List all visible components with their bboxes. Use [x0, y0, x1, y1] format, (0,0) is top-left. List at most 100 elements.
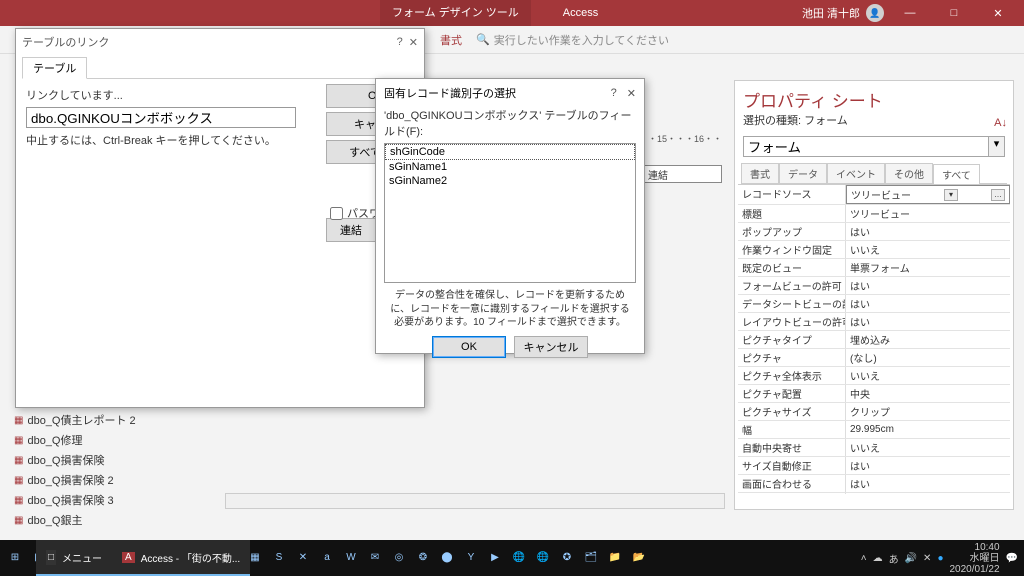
- field-list[interactable]: shGinCode sGinName1 sGinName2: [384, 143, 636, 283]
- property-row[interactable]: ピクチャタイプ埋め込み: [738, 331, 1010, 349]
- close-icon[interactable]: ✕: [409, 36, 418, 49]
- form-design-tools-tab[interactable]: フォーム デザイン ツール: [380, 0, 531, 26]
- dropdown-icon[interactable]: ▾: [944, 189, 958, 201]
- property-value[interactable]: はい: [846, 457, 1010, 474]
- taskbar-app-icon[interactable]: 📁: [604, 547, 626, 569]
- close-icon[interactable]: ✕: [923, 553, 931, 564]
- property-row[interactable]: 作業ウィンドウ固定いいえ: [738, 241, 1010, 259]
- property-tab[interactable]: その他: [885, 163, 933, 183]
- taskbar-app-icon[interactable]: ✉: [364, 547, 386, 569]
- property-row[interactable]: ピクチャ全体表示いいえ: [738, 367, 1010, 385]
- property-row[interactable]: ポップアップはい: [738, 223, 1010, 241]
- taskbar-app-icon[interactable]: 🗂: [580, 547, 602, 569]
- taskbar-app-icon[interactable]: W: [340, 547, 362, 569]
- property-value[interactable]: はい: [846, 295, 1010, 312]
- taskbar-app-icon[interactable]: 📂: [628, 547, 650, 569]
- taskbar-app-icon[interactable]: ✕: [292, 547, 314, 569]
- password-checkbox[interactable]: [330, 207, 343, 220]
- property-tab[interactable]: 書式: [741, 163, 779, 183]
- property-tab[interactable]: データ: [779, 163, 827, 183]
- property-row[interactable]: データシートビューの許可はい: [738, 295, 1010, 313]
- property-row[interactable]: 境界線スタイルサイズ調整可: [738, 493, 1010, 494]
- property-row[interactable]: ピクチャサイズクリップ: [738, 403, 1010, 421]
- nav-item[interactable]: ▦dbo_Q損害保険 3: [12, 490, 202, 510]
- builder-icon[interactable]: …: [991, 189, 1005, 201]
- tab-table[interactable]: テーブル: [22, 57, 87, 79]
- property-value[interactable]: 29.995cm: [846, 421, 1010, 438]
- property-value[interactable]: はい: [846, 475, 1010, 492]
- list-item[interactable]: sGinName1: [385, 160, 635, 174]
- nav-item[interactable]: ▦dbo_Q損害保険 2: [12, 470, 202, 490]
- cloud-icon[interactable]: ☁: [873, 553, 883, 564]
- property-row[interactable]: ピクチャ(なし): [738, 349, 1010, 367]
- tray-chevron-icon[interactable]: ˄: [861, 553, 867, 564]
- tell-me-search[interactable]: 🔍実行したい作業を入力してください: [476, 32, 669, 48]
- link-button[interactable]: 連結: [326, 218, 376, 242]
- taskbar-app-icon[interactable]: ◎: [388, 547, 410, 569]
- taskbar-app-icon[interactable]: 🌐: [508, 547, 530, 569]
- property-row[interactable]: フォームビューの許可はい: [738, 277, 1010, 295]
- property-row[interactable]: 幅29.995cm: [738, 421, 1010, 439]
- property-row[interactable]: 画面に合わせるはい: [738, 475, 1010, 493]
- list-item[interactable]: shGinCode: [385, 144, 635, 160]
- property-row[interactable]: 既定のビュー単票フォーム: [738, 259, 1010, 277]
- property-value[interactable]: クリップ: [846, 403, 1010, 420]
- taskbar-app-icon[interactable]: 🌐: [532, 547, 554, 569]
- property-value[interactable]: 単票フォーム: [846, 259, 1010, 276]
- user-account[interactable]: 池田 清十郎 👤: [802, 4, 884, 22]
- taskbar-app-icon[interactable]: ⬤: [436, 547, 458, 569]
- taskbar-app-icon[interactable]: ▶: [484, 547, 506, 569]
- list-item[interactable]: sGinName2: [385, 174, 635, 188]
- system-tray[interactable]: ˄ ☁ あ 🔊 ✕ ● 10:40水曜日2020/01/22 💬: [861, 540, 1018, 576]
- property-row[interactable]: レコードソースツリービュー▾…: [738, 185, 1010, 205]
- property-value[interactable]: いいえ: [846, 439, 1010, 456]
- h-scrollbar[interactable]: [225, 493, 725, 509]
- maximize-button[interactable]: □: [936, 0, 972, 26]
- taskbar-app-icon[interactable]: ⊞: [4, 547, 26, 569]
- sort-icon[interactable]: A↓: [994, 117, 1007, 129]
- property-value[interactable]: 中央: [846, 385, 1010, 402]
- taskbar-task[interactable]: AAccess - 「街の不動...: [112, 540, 250, 576]
- dot-icon[interactable]: ●: [937, 553, 943, 564]
- selection-type-combo[interactable]: [743, 136, 989, 157]
- property-row[interactable]: レイアウトビューの許可はい: [738, 313, 1010, 331]
- property-value[interactable]: (なし): [846, 349, 1010, 366]
- property-row[interactable]: サイズ自動修正はい: [738, 457, 1010, 475]
- property-value[interactable]: いいえ: [846, 367, 1010, 384]
- help-icon[interactable]: ?: [611, 87, 617, 100]
- taskbar-clock[interactable]: 10:40水曜日2020/01/22: [949, 542, 999, 575]
- close-icon[interactable]: ✕: [627, 87, 636, 100]
- nav-item[interactable]: ▦dbo_Q債主レポート 2: [12, 410, 202, 430]
- property-row[interactable]: 標題ツリービュー: [738, 205, 1010, 223]
- taskbar-app-icon[interactable]: a: [316, 547, 338, 569]
- nav-item[interactable]: ▦dbo_Q修理: [12, 430, 202, 450]
- property-tab[interactable]: イベント: [827, 163, 885, 183]
- property-value[interactable]: サイズ調整可: [846, 493, 1010, 494]
- taskbar-app-icon[interactable]: ✪: [556, 547, 578, 569]
- nav-item[interactable]: ▦dbo_Q損害保険: [12, 450, 202, 470]
- ime-icon[interactable]: あ: [889, 551, 899, 566]
- cancel-button[interactable]: キャンセル: [514, 336, 588, 358]
- close-button[interactable]: ✕: [980, 0, 1016, 26]
- taskbar-app-icon[interactable]: Y: [460, 547, 482, 569]
- property-value[interactable]: ツリービュー: [846, 205, 1010, 222]
- taskbar-task[interactable]: □メニュー: [36, 540, 112, 576]
- chevron-down-icon[interactable]: ▾: [989, 136, 1005, 157]
- property-value[interactable]: はい: [846, 277, 1010, 294]
- taskbar-app-icon[interactable]: S: [268, 547, 290, 569]
- ok-button[interactable]: OK: [432, 336, 506, 358]
- minimize-button[interactable]: —: [892, 0, 928, 26]
- help-icon[interactable]: ?: [397, 36, 403, 49]
- property-value[interactable]: はい: [846, 313, 1010, 330]
- volume-icon[interactable]: 🔊: [905, 553, 917, 564]
- linking-source-input[interactable]: [26, 107, 296, 128]
- property-row[interactable]: ピクチャ配置中央: [738, 385, 1010, 403]
- property-value[interactable]: いいえ: [846, 241, 1010, 258]
- tab-format[interactable]: 書式: [440, 32, 462, 48]
- nav-item[interactable]: ▦dbo_Q銀主: [12, 510, 202, 530]
- property-value[interactable]: はい: [846, 223, 1010, 240]
- property-tab[interactable]: すべて: [933, 164, 980, 184]
- property-grid[interactable]: レコードソースツリービュー▾…標題ツリービューポップアップはい作業ウィンドウ固定…: [738, 184, 1010, 494]
- property-value[interactable]: ツリービュー▾…: [846, 185, 1010, 204]
- property-row[interactable]: 自動中央寄せいいえ: [738, 439, 1010, 457]
